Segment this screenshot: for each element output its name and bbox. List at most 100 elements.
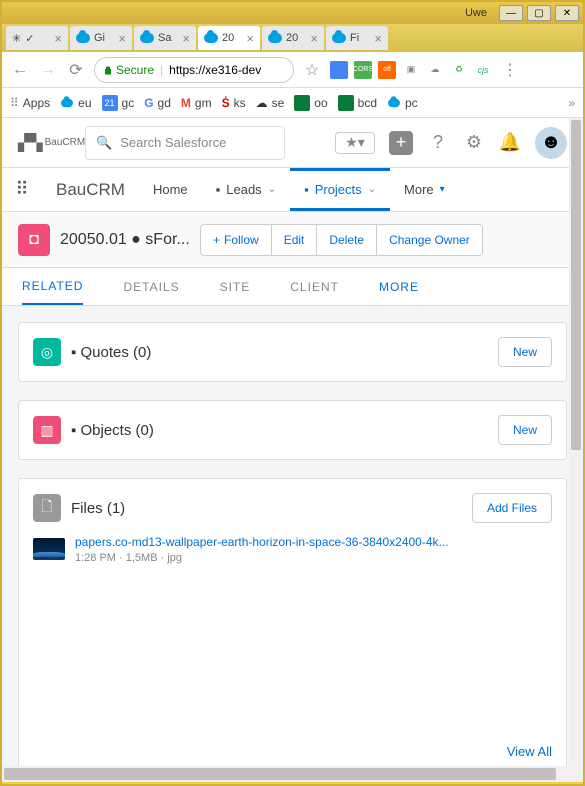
browser-tab[interactable]: Fi× xyxy=(326,26,388,50)
extension-icons: CORS off ▣ ☁ ♻ cjs xyxy=(330,61,492,79)
close-icon[interactable]: × xyxy=(118,31,126,46)
tab-site[interactable]: SITE xyxy=(220,268,251,305)
objects-title[interactable]: ▪ Objects (0) xyxy=(71,422,488,439)
file-name-link[interactable]: papers.co-md13-wallpaper-earth-horizon-i… xyxy=(75,535,552,549)
quotes-title[interactable]: ▪ Quotes (0) xyxy=(71,344,488,361)
bookmark-apps[interactable]: ⠿Apps xyxy=(10,96,50,110)
ext-icon[interactable]: ▣ xyxy=(402,61,420,79)
browser-tab[interactable]: Sa× xyxy=(134,26,196,50)
avatar[interactable]: ☻ xyxy=(535,127,567,159)
chevron-down-icon[interactable]: ⌄ xyxy=(368,184,376,195)
record-icon: ◘ xyxy=(18,224,50,256)
vertical-scrollbar[interactable] xyxy=(569,118,583,766)
follow-button[interactable]: +Follow xyxy=(200,224,272,256)
menu-button[interactable]: ⋮ xyxy=(500,60,520,80)
bookmark-item[interactable]: ☁se xyxy=(256,96,285,110)
ext-icon[interactable]: ☁ xyxy=(426,61,444,79)
close-icon[interactable]: × xyxy=(182,31,190,46)
chevron-down-icon[interactable]: ⌄ xyxy=(268,184,276,195)
close-window-button[interactable]: ✕ xyxy=(555,5,579,21)
lock-icon xyxy=(103,65,113,75)
ext-icon[interactable]: CORS xyxy=(354,61,372,79)
setup-button[interactable]: ⚙ xyxy=(463,132,485,154)
quotes-card: ◎ ▪ Quotes (0) New xyxy=(18,322,567,382)
minimize-button[interactable]: — xyxy=(499,5,523,21)
salesforce-header: ▞▚BauCRM 🔍 Search Salesforce ★▾ + ? ⚙ 🔔 … xyxy=(2,118,583,168)
tab-details[interactable]: DETAILS xyxy=(123,268,179,305)
horizontal-scrollbar[interactable] xyxy=(2,766,583,782)
file-row[interactable]: papers.co-md13-wallpaper-earth-horizon-i… xyxy=(33,523,552,564)
notifications-button[interactable]: 🔔 xyxy=(499,132,521,154)
files-card: 🗋 Files (1) Add Files papers.co-md13-wal… xyxy=(18,478,567,766)
window-titlebar: Uwe — ▢ ✕ xyxy=(2,2,583,24)
nav-leads[interactable]: ▪Leads⌄ xyxy=(202,168,290,211)
address-bar: ← → ⟳ Secure | https://xe316-dev ☆ CORS … xyxy=(2,52,583,88)
cloud-icon xyxy=(140,33,154,43)
close-icon[interactable]: × xyxy=(310,31,318,46)
objects-icon: ▥ xyxy=(33,416,61,444)
reload-button[interactable]: ⟳ xyxy=(66,60,86,80)
close-icon[interactable]: × xyxy=(54,31,62,46)
new-object-button[interactable]: New xyxy=(498,415,552,445)
edit-button[interactable]: Edit xyxy=(271,224,318,256)
browser-tab-strip: ✳✓× Gi× Sa× 20× 20× Fi× xyxy=(2,24,583,52)
tab-more[interactable]: MORE xyxy=(379,268,419,305)
bookmark-item[interactable]: Ṡks xyxy=(222,96,246,110)
add-button[interactable]: + xyxy=(389,131,413,155)
bookmark-item[interactable]: bcd xyxy=(338,95,377,111)
back-button[interactable]: ← xyxy=(10,60,30,80)
related-body: ◎ ▪ Quotes (0) New ▥ ▪ Objects (0) New 🗋… xyxy=(2,306,583,766)
ext-icon[interactable] xyxy=(330,61,348,79)
cloud-icon xyxy=(204,33,218,43)
files-icon: 🗋 xyxy=(33,494,61,522)
close-icon[interactable]: × xyxy=(246,31,254,46)
new-quote-button[interactable]: New xyxy=(498,337,552,367)
star-button[interactable]: ☆ xyxy=(302,60,322,80)
app-launcher[interactable]: ⠿ xyxy=(2,179,42,200)
bookmark-item[interactable]: eu xyxy=(60,96,91,110)
bookmark-overflow[interactable]: » xyxy=(568,96,575,110)
add-files-button[interactable]: Add Files xyxy=(472,493,552,523)
nav-home[interactable]: Home xyxy=(139,168,202,211)
delete-button[interactable]: Delete xyxy=(316,224,377,256)
browser-tab[interactable]: ✳✓× xyxy=(6,26,68,50)
objects-card: ▥ ▪ Objects (0) New xyxy=(18,400,567,460)
search-input[interactable]: 🔍 Search Salesforce xyxy=(85,126,285,160)
view-all-link[interactable]: View All xyxy=(33,744,552,759)
tab-related[interactable]: RELATED xyxy=(22,268,83,305)
cloud-icon xyxy=(388,98,400,107)
cloud-icon xyxy=(268,33,282,43)
close-icon[interactable]: × xyxy=(374,31,382,46)
favorites-button[interactable]: ★▾ xyxy=(335,132,375,154)
help-button[interactable]: ? xyxy=(427,132,449,154)
browser-tab[interactable]: Gi× xyxy=(70,26,132,50)
ext-icon[interactable]: off xyxy=(378,61,396,79)
files-title[interactable]: Files (1) xyxy=(71,500,462,517)
bookmark-item[interactable]: Mgm xyxy=(181,96,212,110)
url-input[interactable]: Secure | https://xe316-dev xyxy=(94,57,294,83)
file-meta: 1:28 PM · 1,5MB · jpg xyxy=(75,552,552,564)
ext-icon[interactable]: ♻ xyxy=(450,61,468,79)
change-owner-button[interactable]: Change Owner xyxy=(376,224,483,256)
cloud-icon xyxy=(332,33,346,43)
forward-button[interactable]: → xyxy=(38,60,58,80)
user-label: Uwe xyxy=(465,7,487,19)
maximize-button[interactable]: ▢ xyxy=(527,5,551,21)
bookmark-item[interactable]: pc xyxy=(387,96,418,110)
ext-icon[interactable]: cjs xyxy=(474,61,492,79)
record-title: 20050.01 ● sFor... xyxy=(60,231,190,249)
tab-client[interactable]: CLIENT xyxy=(290,268,339,305)
nav-more[interactable]: More▾ xyxy=(390,168,459,211)
app-name: BauCRM xyxy=(42,180,139,200)
browser-tab-active[interactable]: 20× xyxy=(198,26,260,50)
bookmark-item[interactable]: 21gc xyxy=(102,95,135,111)
bookmark-item[interactable]: Ggd xyxy=(144,96,171,110)
bookmark-item[interactable]: oo xyxy=(294,95,327,111)
caret-down-icon[interactable]: ▾ xyxy=(440,184,445,195)
record-header: ◘ 20050.01 ● sFor... +Follow Edit Delete… xyxy=(2,212,583,268)
browser-tab[interactable]: 20× xyxy=(262,26,324,50)
search-icon: 🔍 xyxy=(96,135,112,151)
cloud-icon xyxy=(76,33,90,43)
secure-badge: Secure xyxy=(103,63,154,77)
nav-projects[interactable]: ▪Projects⌄ xyxy=(290,168,390,211)
